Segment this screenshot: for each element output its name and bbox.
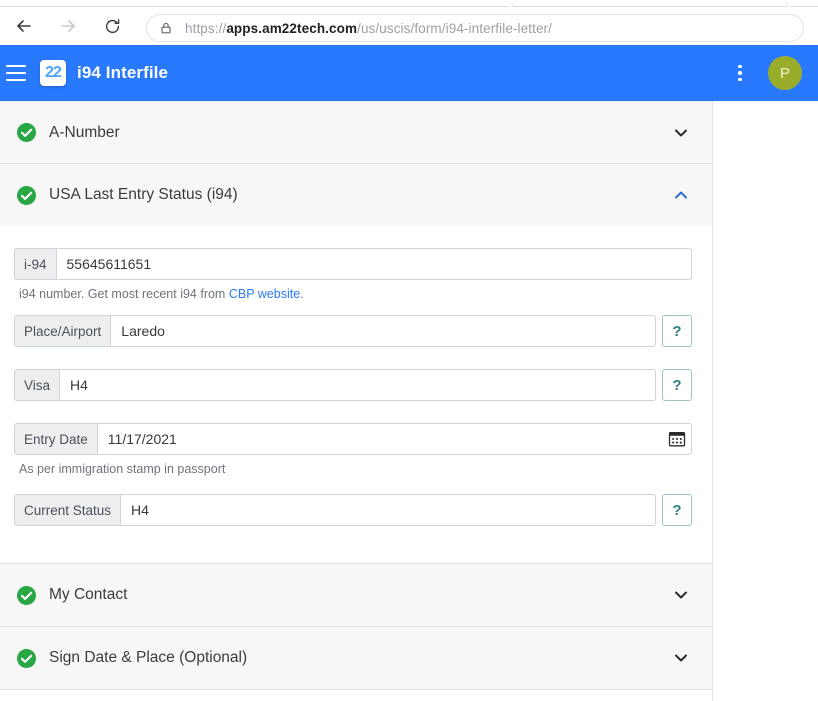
visa-input[interactable] — [59, 369, 656, 401]
input-group-current-status: Current Status ? — [14, 494, 692, 526]
browser-tab[interactable] — [0, 0, 510, 7]
section-header-a-number[interactable]: A-Number — [0, 101, 712, 163]
field-label-visa: Visa — [14, 369, 59, 401]
url-path: /us/uscis/form/i94-interfile-letter/ — [357, 21, 552, 36]
address-bar[interactable]: https://apps.am22tech.com/us/uscis/form/… — [146, 14, 804, 42]
helper-text-prefix: i94 number. Get most recent i94 from — [19, 287, 229, 301]
input-group-entry-date: Entry Date — [14, 423, 692, 455]
section-header-sign-date-place[interactable]: Sign Date & Place (Optional) — [0, 627, 712, 689]
kebab-menu-icon[interactable] — [728, 61, 752, 85]
spacer — [14, 354, 692, 369]
place-airport-input[interactable] — [110, 315, 656, 347]
section-title: My Contact — [49, 586, 672, 604]
browser-tab-active[interactable] — [512, 0, 788, 7]
current-status-input[interactable] — [120, 494, 656, 526]
browser-tab-strip — [0, 0, 818, 7]
arrow-right-icon — [58, 16, 78, 36]
chevron-down-icon[interactable] — [672, 649, 690, 667]
help-button-current-status[interactable]: ? — [662, 494, 692, 526]
accordion-section-sign-date-place: Sign Date & Place (Optional) — [0, 627, 712, 690]
app-logo: 22 — [40, 60, 66, 86]
field-label-entry-date: Entry Date — [14, 423, 97, 455]
help-button-place-airport[interactable]: ? — [662, 315, 692, 347]
field-row-entry-date: Entry Date — [14, 423, 692, 455]
accordion-section-my-contact: My Contact — [0, 564, 712, 627]
date-input-wrapper — [97, 423, 692, 455]
field-row-i94: i-94 — [14, 248, 692, 280]
avatar[interactable]: P — [768, 56, 802, 90]
field-label-i94: i-94 — [14, 248, 56, 280]
i94-input[interactable] — [56, 248, 692, 280]
check-circle-icon — [16, 185, 37, 206]
input-group-place-airport: Place/Airport ? — [14, 315, 692, 347]
section-title: USA Last Entry Status (i94) — [49, 186, 672, 204]
chevron-down-icon[interactable] — [672, 586, 690, 604]
field-row-visa: Visa ? — [14, 369, 692, 401]
back-button[interactable] — [7, 9, 41, 43]
calendar-icon[interactable] — [668, 430, 686, 448]
forward-button[interactable] — [51, 9, 85, 43]
arrow-left-icon — [14, 16, 34, 36]
chevron-up-icon[interactable] — [672, 186, 690, 204]
field-label-place-airport: Place/Airport — [14, 315, 110, 347]
spacer — [14, 408, 692, 423]
check-circle-icon — [16, 122, 37, 143]
reload-icon — [103, 17, 122, 36]
lock-icon — [159, 21, 173, 35]
field-label-current-status: Current Status — [14, 494, 120, 526]
helper-text-entry-date: As per immigration stamp in passport — [19, 462, 692, 476]
check-circle-icon — [16, 648, 37, 669]
section-header-my-contact[interactable]: My Contact — [0, 564, 712, 626]
input-group-visa: Visa ? — [14, 369, 692, 401]
chevron-down-icon[interactable] — [672, 124, 690, 142]
helper-text-suffix: . — [300, 287, 303, 301]
reload-button[interactable] — [95, 9, 129, 43]
helper-text-i94: i94 number. Get most recent i94 from CBP… — [19, 287, 692, 301]
section-header-usa-last-entry-status[interactable]: USA Last Entry Status (i94) — [0, 164, 712, 226]
entry-date-input[interactable] — [97, 423, 692, 455]
app-title: i94 Interfile — [77, 63, 168, 83]
input-group-i94: i-94 — [14, 248, 692, 280]
url-text: https://apps.am22tech.com/us/uscis/form/… — [185, 21, 552, 36]
section-title: A-Number — [49, 124, 672, 142]
help-button-visa[interactable]: ? — [662, 369, 692, 401]
section-body-usa-last-entry-status: i-94 i94 number. Get most recent i94 fro… — [0, 226, 712, 563]
check-circle-icon — [16, 585, 37, 606]
form-container: A-Number USA Last Entry Status (i94) — [0, 101, 713, 701]
field-row-place-airport: Place/Airport ? — [14, 315, 692, 347]
accordion-section-usa-last-entry-status: USA Last Entry Status (i94) i-94 i94 num… — [0, 164, 712, 564]
accordion-section-a-number: A-Number — [0, 101, 712, 164]
app-logo-text: 22 — [45, 65, 61, 81]
section-title: Sign Date & Place (Optional) — [49, 649, 672, 667]
field-row-current-status: Current Status ? — [14, 494, 692, 526]
page-body: A-Number USA Last Entry Status (i94) — [0, 101, 818, 701]
browser-toolbar: https://apps.am22tech.com/us/uscis/form/… — [0, 7, 818, 45]
app-header: 22 i94 Interfile P — [0, 45, 818, 101]
cbp-website-link[interactable]: CBP website — [229, 287, 300, 301]
new-tab-button[interactable] — [790, 0, 818, 7]
url-host: apps.am22tech.com — [226, 21, 357, 36]
hamburger-menu-icon[interactable] — [6, 65, 26, 81]
